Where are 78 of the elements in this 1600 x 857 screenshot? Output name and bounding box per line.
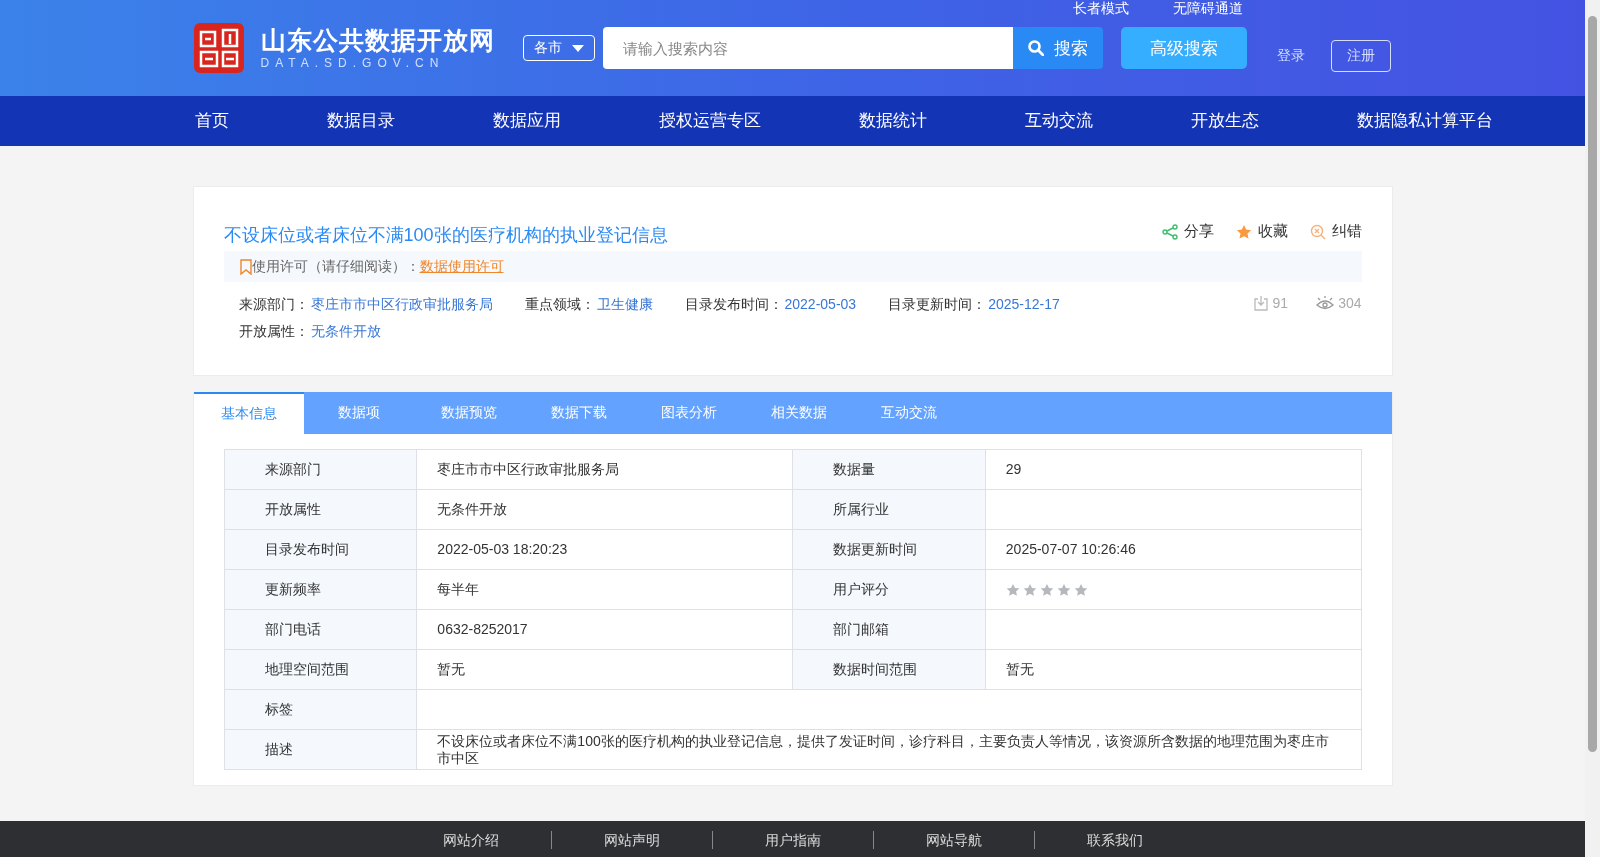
- footer-link[interactable]: 网站声明: [550, 831, 712, 849]
- field-label: 来源部门: [224, 449, 417, 490]
- license-label: 使用许可（请仔细阅读）：: [251, 257, 420, 276]
- report-action[interactable]: 纠错: [1309, 222, 1362, 241]
- share-icon: [1161, 223, 1178, 240]
- meta-value: 2022-05-03: [784, 295, 857, 313]
- nav-item[interactable]: 首页: [192, 96, 231, 146]
- field-label: 描述: [224, 729, 417, 770]
- favorite-action[interactable]: 收藏: [1235, 222, 1288, 241]
- nav-item[interactable]: 互动交流: [1022, 96, 1095, 146]
- search-field[interactable]: 请输入搜索内容: [602, 27, 1013, 69]
- nav-item[interactable]: 开放生态: [1188, 96, 1261, 146]
- meta-value: 卫生健康: [596, 295, 653, 313]
- field-value: 每半年: [416, 569, 793, 610]
- star-icon: [1073, 582, 1088, 597]
- star-icon: [1056, 582, 1071, 597]
- bookmark-icon: [239, 258, 252, 275]
- field-value: 29: [985, 449, 1361, 490]
- nav-item[interactable]: 数据应用: [490, 96, 563, 146]
- meta-value: 2025-12-17: [988, 295, 1060, 313]
- magnifier-icon: [1309, 223, 1326, 240]
- meta-value: 枣庄市市中区行政审批服务局: [310, 295, 493, 313]
- field-value: 2022-05-03 18:20:23: [416, 529, 793, 570]
- city-select[interactable]: 各市: [522, 35, 595, 61]
- field-label: 地理空间范围: [224, 649, 417, 690]
- field-label: 部门电话: [224, 609, 417, 650]
- dataset-title: 不设床位或者床位不满100张的医疗机构的执业登记信息: [223, 224, 668, 247]
- register-button[interactable]: 注册: [1330, 40, 1391, 72]
- tab[interactable]: 基本信息: [193, 392, 304, 434]
- field-label: 更新频率: [224, 569, 417, 610]
- nav-item[interactable]: 授权运营专区: [656, 96, 763, 146]
- field-value: 不设床位或者床位不满100张的医疗机构的执业登记信息，提供了发证时间，诊疗科目，主要负责人等情况，该资源所含数据的地理范围为枣庄市市中区: [416, 729, 1361, 770]
- footer-link[interactable]: 网站介绍: [390, 831, 551, 849]
- footer-link[interactable]: 联系我们: [1033, 831, 1195, 849]
- star-icon: [1022, 582, 1037, 597]
- download-icon: [1252, 295, 1269, 311]
- top-link[interactable]: 长者模式: [1072, 0, 1129, 16]
- search-icon: [1027, 40, 1044, 56]
- nav-item[interactable]: 数据隐私计算平台: [1354, 96, 1495, 146]
- caret-icon: [571, 44, 584, 52]
- field-value: 暂无: [985, 649, 1361, 690]
- field-label: 开放属性: [224, 489, 417, 530]
- star-icon: [1005, 582, 1020, 597]
- field-label: 数据更新时间: [792, 529, 986, 570]
- star-icon: [1039, 582, 1054, 597]
- view-count: 304: [1338, 295, 1362, 311]
- star-icon: [1235, 223, 1252, 240]
- field-value: 无条件开放: [416, 489, 793, 530]
- field-value: 枣庄市市中区行政审批服务局: [416, 449, 793, 490]
- nav-item[interactable]: 数据统计: [856, 96, 929, 146]
- field-label: 所属行业: [792, 489, 986, 530]
- field-label: 数据时间范围: [792, 649, 986, 690]
- share-action[interactable]: 分享: [1161, 222, 1214, 241]
- field-label: 用户评分: [792, 569, 986, 610]
- logo-icon: [192, 22, 245, 74]
- meta-label: 来源部门：: [238, 295, 309, 313]
- footer-link[interactable]: 用户指南: [711, 831, 873, 849]
- field-label: 部门邮箱: [792, 609, 986, 650]
- nav-item[interactable]: 数据目录: [324, 96, 397, 146]
- field-label: 数据量: [792, 449, 986, 490]
- top-link[interactable]: 无障碍通道: [1172, 0, 1243, 16]
- scrollbar-thumb[interactable]: [1588, 16, 1597, 752]
- login-link[interactable]: 登录: [1276, 47, 1305, 65]
- site-title: 山东公共数据开放网: [260, 25, 495, 55]
- field-value: 2025-07-07 10:26:46: [985, 529, 1361, 570]
- footer-link[interactable]: 网站导航: [872, 831, 1034, 849]
- eye-icon: [1316, 295, 1335, 311]
- meta-label: 目录更新时间：: [888, 295, 987, 313]
- site-domain: DATA.SD.GOV.CN: [260, 55, 446, 71]
- field-label: 目录发布时间: [224, 529, 417, 570]
- meta-label: 开放属性：: [238, 322, 309, 340]
- field-value: 暂无: [416, 649, 793, 690]
- field-label: 标签: [224, 689, 417, 730]
- meta-label: 目录发布时间：: [684, 295, 783, 313]
- download-count: 91: [1272, 295, 1289, 311]
- meta-value: 无条件开放: [310, 322, 381, 340]
- field-value: 0632-8252017: [416, 609, 793, 650]
- meta-label: 重点领域：: [524, 295, 595, 313]
